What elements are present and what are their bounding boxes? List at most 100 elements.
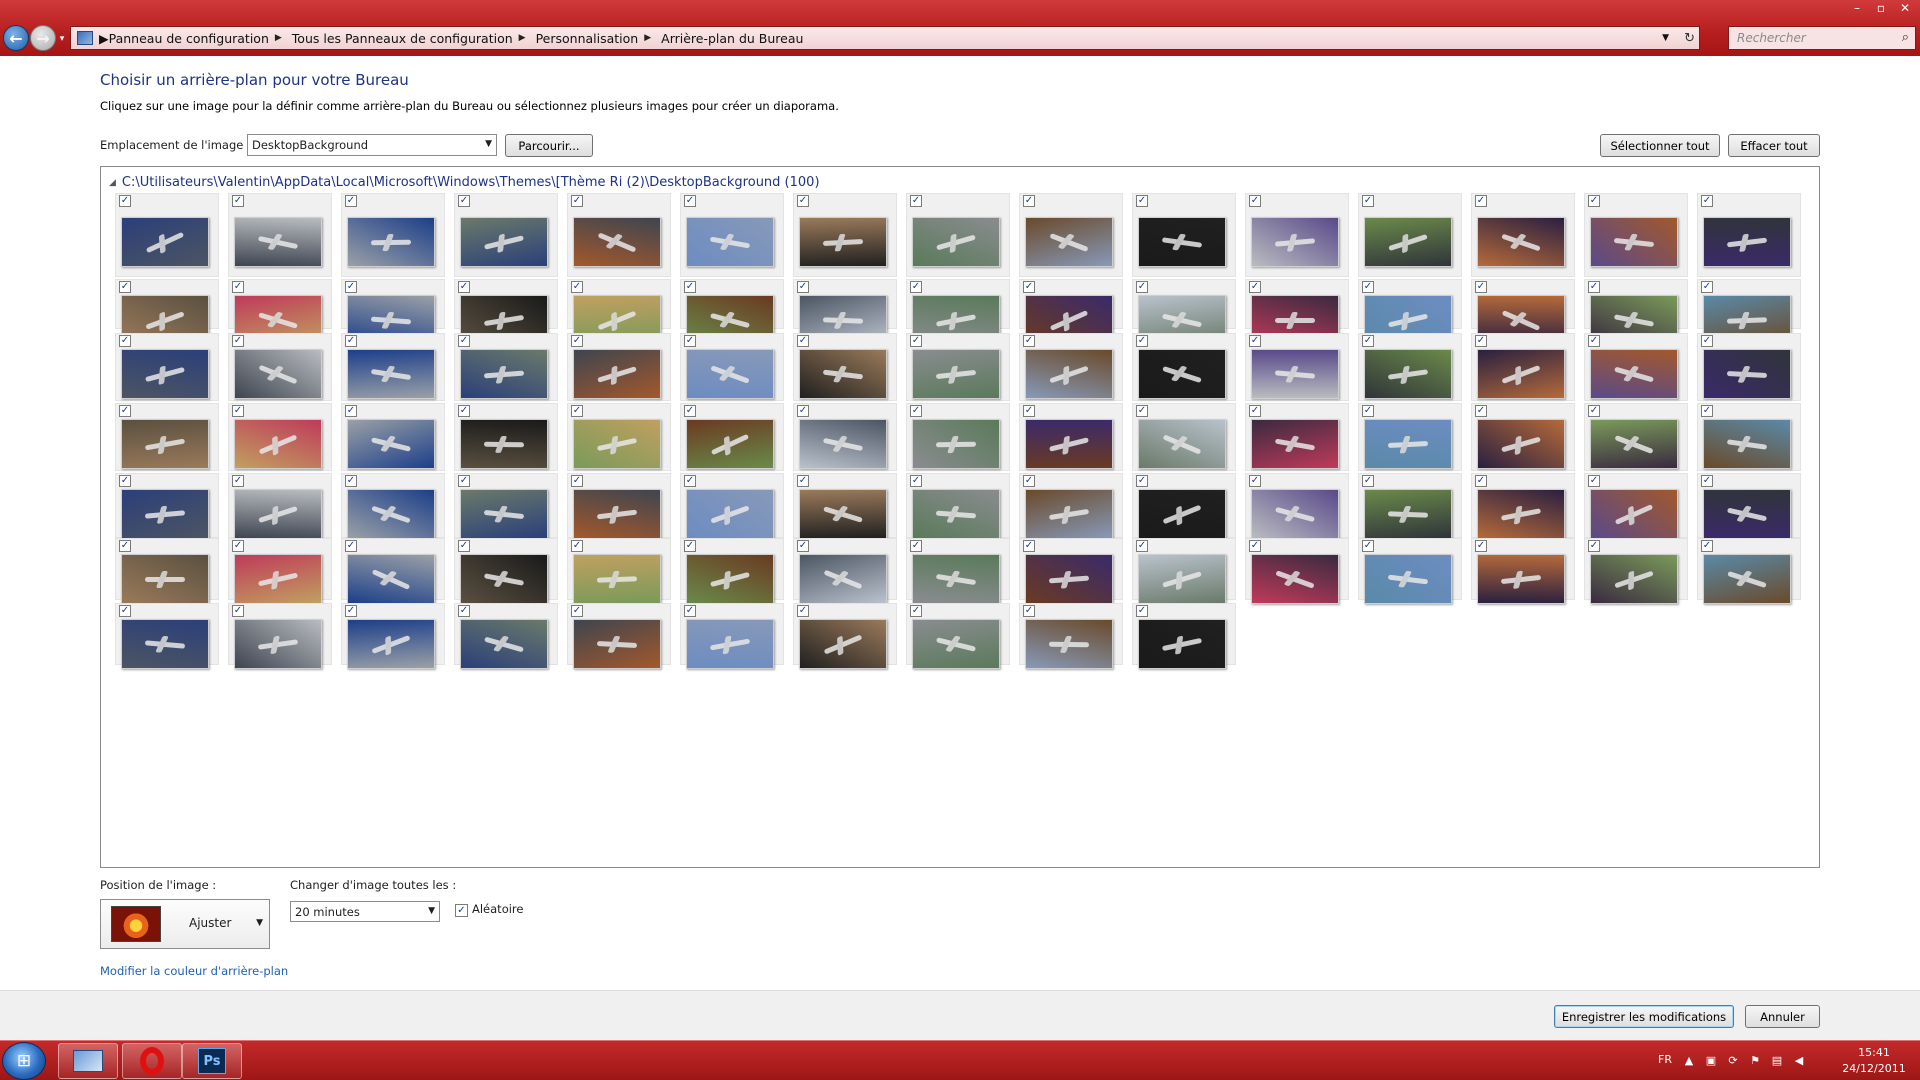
thumbnail-checkbox[interactable]: ✓ bbox=[684, 195, 696, 207]
thumbnail-checkbox[interactable]: ✓ bbox=[345, 540, 357, 552]
thumbnail-checkbox[interactable]: ✓ bbox=[1475, 540, 1487, 552]
thumbnail-checkbox[interactable]: ✓ bbox=[1023, 540, 1035, 552]
thumbnail-checkbox[interactable]: ✓ bbox=[910, 195, 922, 207]
shuffle-label[interactable]: Aléatoire bbox=[472, 902, 523, 916]
position-select[interactable]: Ajuster ▼ bbox=[100, 899, 270, 949]
action-center-flag-icon[interactable]: ⚑ bbox=[1748, 1054, 1762, 1068]
thumbnail-checkbox[interactable]: ✓ bbox=[458, 335, 470, 347]
thumbnail-checkbox[interactable]: ✓ bbox=[684, 605, 696, 617]
sync-icon[interactable]: ⟳ bbox=[1726, 1054, 1740, 1068]
thumbnail-checkbox[interactable]: ✓ bbox=[119, 195, 131, 207]
thumbnail-checkbox[interactable]: ✓ bbox=[1588, 540, 1600, 552]
start-button[interactable]: ⊞ bbox=[2, 1042, 46, 1080]
thumbnail-checkbox[interactable]: ✓ bbox=[1362, 335, 1374, 347]
thumbnail-checkbox[interactable]: ✓ bbox=[571, 335, 583, 347]
thumbnail-checkbox[interactable]: ✓ bbox=[232, 195, 244, 207]
thumbnail-checkbox[interactable]: ✓ bbox=[571, 605, 583, 617]
minimize-button[interactable]: – bbox=[1846, 0, 1868, 16]
thumbnail-checkbox[interactable]: ✓ bbox=[910, 475, 922, 487]
taskbar-opera[interactable] bbox=[122, 1043, 182, 1079]
thumbnail-checkbox[interactable]: ✓ bbox=[571, 281, 583, 293]
thumbnail-checkbox[interactable]: ✓ bbox=[797, 281, 809, 293]
thumbnail-checkbox[interactable]: ✓ bbox=[571, 475, 583, 487]
thumbnail-checkbox[interactable]: ✓ bbox=[910, 281, 922, 293]
thumbnail-checkbox[interactable]: ✓ bbox=[458, 540, 470, 552]
breadcrumb-item-desktop-background[interactable]: Arrière-plan du Bureau bbox=[661, 31, 803, 46]
network-icon[interactable]: ▤ bbox=[1770, 1054, 1784, 1068]
thumbnail-checkbox[interactable]: ✓ bbox=[119, 281, 131, 293]
thumbnail-checkbox[interactable]: ✓ bbox=[797, 335, 809, 347]
thumbnail-checkbox[interactable]: ✓ bbox=[232, 605, 244, 617]
thumbnail-checkbox[interactable]: ✓ bbox=[345, 195, 357, 207]
thumbnail-checkbox[interactable]: ✓ bbox=[345, 335, 357, 347]
thumbnail-checkbox[interactable]: ✓ bbox=[910, 540, 922, 552]
forward-button[interactable]: → bbox=[30, 25, 56, 51]
thumbnail-checkbox[interactable]: ✓ bbox=[1475, 281, 1487, 293]
thumbnail-checkbox[interactable]: ✓ bbox=[232, 540, 244, 552]
thumbnail-checkbox[interactable]: ✓ bbox=[910, 335, 922, 347]
thumbnail-checkbox[interactable]: ✓ bbox=[1701, 405, 1713, 417]
thumbnail-checkbox[interactable]: ✓ bbox=[1701, 195, 1713, 207]
thumbnail-checkbox[interactable]: ✓ bbox=[1136, 405, 1148, 417]
thumbnail-checkbox[interactable]: ✓ bbox=[1249, 475, 1261, 487]
thumbnail-checkbox[interactable]: ✓ bbox=[345, 281, 357, 293]
thumbnail-checkbox[interactable]: ✓ bbox=[1475, 195, 1487, 207]
security-shield-icon[interactable]: ▲ bbox=[1682, 1054, 1696, 1068]
thumbnail-checkbox[interactable]: ✓ bbox=[345, 405, 357, 417]
thumbnail-checkbox[interactable]: ✓ bbox=[1588, 281, 1600, 293]
clock[interactable]: 15:41 24/12/2011 bbox=[1842, 1045, 1906, 1077]
search-input[interactable]: Rechercher ⌕ bbox=[1728, 26, 1916, 50]
thumbnail-checkbox[interactable]: ✓ bbox=[1701, 281, 1713, 293]
thumbnail-checkbox[interactable]: ✓ bbox=[910, 405, 922, 417]
thumbnail-checkbox[interactable]: ✓ bbox=[684, 475, 696, 487]
thumbnail-checkbox[interactable]: ✓ bbox=[1588, 335, 1600, 347]
address-bar[interactable]: ▶ Panneau de configuration ▶ Tous les Pan… bbox=[70, 26, 1700, 50]
thumbnail-checkbox[interactable]: ✓ bbox=[1023, 335, 1035, 347]
thumbnail-checkbox[interactable]: ✓ bbox=[1362, 540, 1374, 552]
thumbnail-checkbox[interactable]: ✓ bbox=[345, 605, 357, 617]
thumbnail-checkbox[interactable]: ✓ bbox=[1362, 405, 1374, 417]
thumbnail-checkbox[interactable]: ✓ bbox=[458, 475, 470, 487]
thumbnail-checkbox[interactable]: ✓ bbox=[1588, 195, 1600, 207]
browse-button[interactable]: Parcourir... bbox=[505, 134, 593, 157]
breadcrumb-item-all-control-panels[interactable]: Tous les Panneaux de configuration ▶ bbox=[292, 31, 536, 46]
thumbnail-checkbox[interactable]: ✓ bbox=[1249, 405, 1261, 417]
thumbnail-checkbox[interactable]: ✓ bbox=[571, 405, 583, 417]
thumbnail-checkbox[interactable]: ✓ bbox=[458, 195, 470, 207]
thumbnail-checkbox[interactable]: ✓ bbox=[797, 475, 809, 487]
thumbnail-checkbox[interactable]: ✓ bbox=[797, 540, 809, 552]
group-header[interactable]: ◢ C:\Utilisateurs\Valentin\AppData\Local… bbox=[109, 175, 820, 190]
network-adapter-icon[interactable]: ▣ bbox=[1704, 1054, 1718, 1068]
thumbnail-checkbox[interactable]: ✓ bbox=[571, 540, 583, 552]
thumbnail-checkbox[interactable]: ✓ bbox=[910, 605, 922, 617]
thumbnail-checkbox[interactable]: ✓ bbox=[684, 405, 696, 417]
thumbnail-checkbox[interactable]: ✓ bbox=[232, 405, 244, 417]
search-icon[interactable]: ⌕ bbox=[1902, 30, 1909, 45]
thumbnail-checkbox[interactable]: ✓ bbox=[458, 281, 470, 293]
recent-pages-chevron-icon[interactable]: ▾ bbox=[57, 34, 67, 44]
thumbnail-checkbox[interactable]: ✓ bbox=[1136, 335, 1148, 347]
back-button[interactable]: ← bbox=[3, 25, 29, 51]
thumbnail-checkbox[interactable]: ✓ bbox=[1023, 195, 1035, 207]
thumbnail-checkbox[interactable]: ✓ bbox=[684, 281, 696, 293]
refresh-icon[interactable]: ↻ bbox=[1684, 31, 1695, 46]
thumbnail-checkbox[interactable]: ✓ bbox=[458, 405, 470, 417]
thumbnail-checkbox[interactable]: ✓ bbox=[1136, 540, 1148, 552]
thumbnail-checkbox[interactable]: ✓ bbox=[345, 475, 357, 487]
thumbnail-checkbox[interactable]: ✓ bbox=[684, 540, 696, 552]
thumbnail-checkbox[interactable]: ✓ bbox=[1475, 335, 1487, 347]
thumbnail-checkbox[interactable]: ✓ bbox=[1249, 335, 1261, 347]
thumbnail-checkbox[interactable]: ✓ bbox=[1023, 281, 1035, 293]
cancel-button[interactable]: Annuler bbox=[1745, 1005, 1820, 1028]
thumbnail-checkbox[interactable]: ✓ bbox=[1023, 405, 1035, 417]
collapse-triangle-icon[interactable]: ◢ bbox=[109, 178, 116, 188]
taskbar-control-panel[interactable] bbox=[58, 1043, 118, 1079]
thumbnail-checkbox[interactable]: ✓ bbox=[119, 335, 131, 347]
thumbnail-checkbox[interactable]: ✓ bbox=[684, 335, 696, 347]
thumbnail-checkbox[interactable]: ✓ bbox=[571, 195, 583, 207]
thumbnail-checkbox[interactable]: ✓ bbox=[797, 405, 809, 417]
thumbnail-checkbox[interactable]: ✓ bbox=[797, 605, 809, 617]
maximize-button[interactable]: ▫ bbox=[1870, 0, 1892, 16]
thumbnail-checkbox[interactable]: ✓ bbox=[1249, 281, 1261, 293]
select-all-button[interactable]: Sélectionner tout bbox=[1600, 134, 1720, 157]
